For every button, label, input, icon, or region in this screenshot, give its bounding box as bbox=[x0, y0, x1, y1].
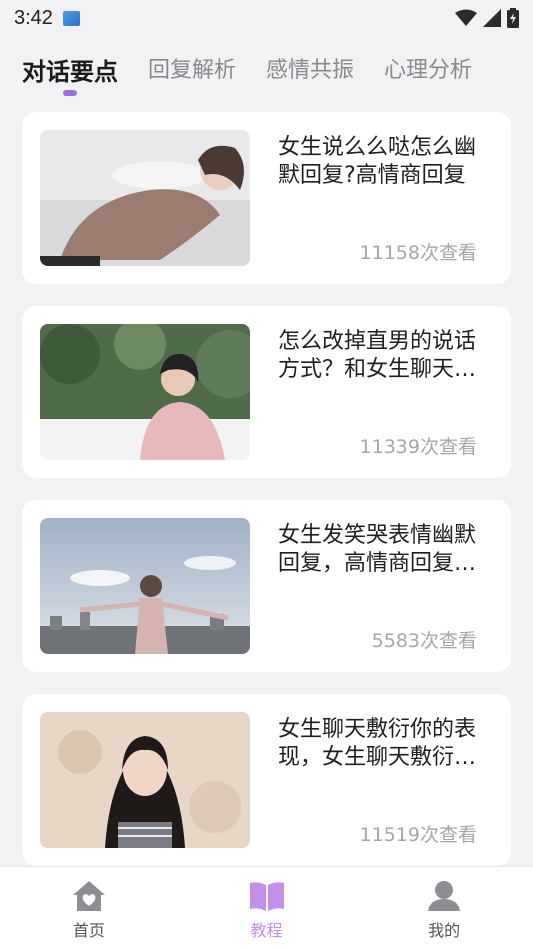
tab-psychology-analysis[interactable]: 心理分析 bbox=[384, 36, 472, 84]
tab-label: 感情共振 bbox=[266, 58, 355, 83]
tab-label: 心理分析 bbox=[384, 58, 473, 83]
article-title: 怎么改掉直男的说话方式？和女生聊天技巧 bbox=[278, 329, 477, 382]
status-time: 3:42 bbox=[14, 6, 53, 29]
article-title: 女生发笑哭表情幽默回复，高情商回复技巧 bbox=[278, 523, 477, 576]
article-view-count: 11339次查看 bbox=[359, 436, 477, 458]
article-thumbnail bbox=[40, 324, 250, 460]
profile-icon bbox=[428, 881, 461, 911]
article-title: 女生说么么哒怎么幽默回复?高情商回复 bbox=[278, 135, 477, 188]
article-list: 女生说么么哒怎么幽默回复?高情商回复 11158次查看 怎么改掉直男的说话方式？… bbox=[22, 112, 511, 888]
book-icon bbox=[249, 882, 284, 911]
tab-label: 回复解析 bbox=[148, 58, 237, 83]
tab-reply-analysis[interactable]: 回复解析 bbox=[148, 36, 236, 84]
active-tab-indicator bbox=[63, 90, 77, 96]
battery-icon bbox=[507, 8, 519, 28]
nav-home[interactable]: 首页 bbox=[0, 867, 178, 948]
article-view-count: 5583次查看 bbox=[371, 630, 477, 652]
signal-icon bbox=[483, 9, 501, 27]
article-card[interactable]: 女生说么么哒怎么幽默回复?高情商回复 11158次查看 bbox=[22, 112, 511, 284]
app-notification-icon bbox=[62, 10, 80, 26]
nav-label: 教程 bbox=[250, 921, 283, 940]
article-view-count: 11519次查看 bbox=[359, 824, 477, 846]
tab-dialogue-points[interactable]: 对话要点 bbox=[22, 36, 118, 96]
article-card[interactable]: 女生发笑哭表情幽默回复，高情商回复技巧 5583次查看 bbox=[22, 500, 511, 672]
nav-label: 首页 bbox=[72, 921, 105, 940]
nav-label: 我的 bbox=[428, 921, 461, 940]
status-bar: 3:42 bbox=[0, 0, 533, 36]
category-tabs: 对话要点 回复解析 感情共振 心理分析 bbox=[0, 36, 533, 100]
tab-label: 对话要点 bbox=[22, 58, 118, 86]
tab-emotional-resonance[interactable]: 感情共振 bbox=[266, 36, 354, 84]
wifi-icon bbox=[455, 9, 477, 26]
nav-tutorial[interactable]: 教程 bbox=[178, 867, 356, 948]
article-card[interactable]: 女生聊天敷衍你的表现，女生聊天敷衍怎么办 11519次查看 bbox=[22, 694, 511, 866]
nav-profile[interactable]: 我的 bbox=[355, 867, 533, 948]
home-icon bbox=[72, 881, 105, 911]
article-card[interactable]: 怎么改掉直男的说话方式？和女生聊天技巧 11339次查看 bbox=[22, 306, 511, 478]
status-icons bbox=[455, 8, 519, 28]
article-title: 女生聊天敷衍你的表现，女生聊天敷衍怎么办 bbox=[278, 717, 477, 770]
article-thumbnail bbox=[40, 130, 250, 266]
article-thumbnail bbox=[40, 518, 250, 654]
article-view-count: 11158次查看 bbox=[359, 242, 477, 264]
bottom-navigation: 首页 教程 我的 bbox=[0, 866, 533, 948]
article-thumbnail bbox=[40, 712, 250, 848]
